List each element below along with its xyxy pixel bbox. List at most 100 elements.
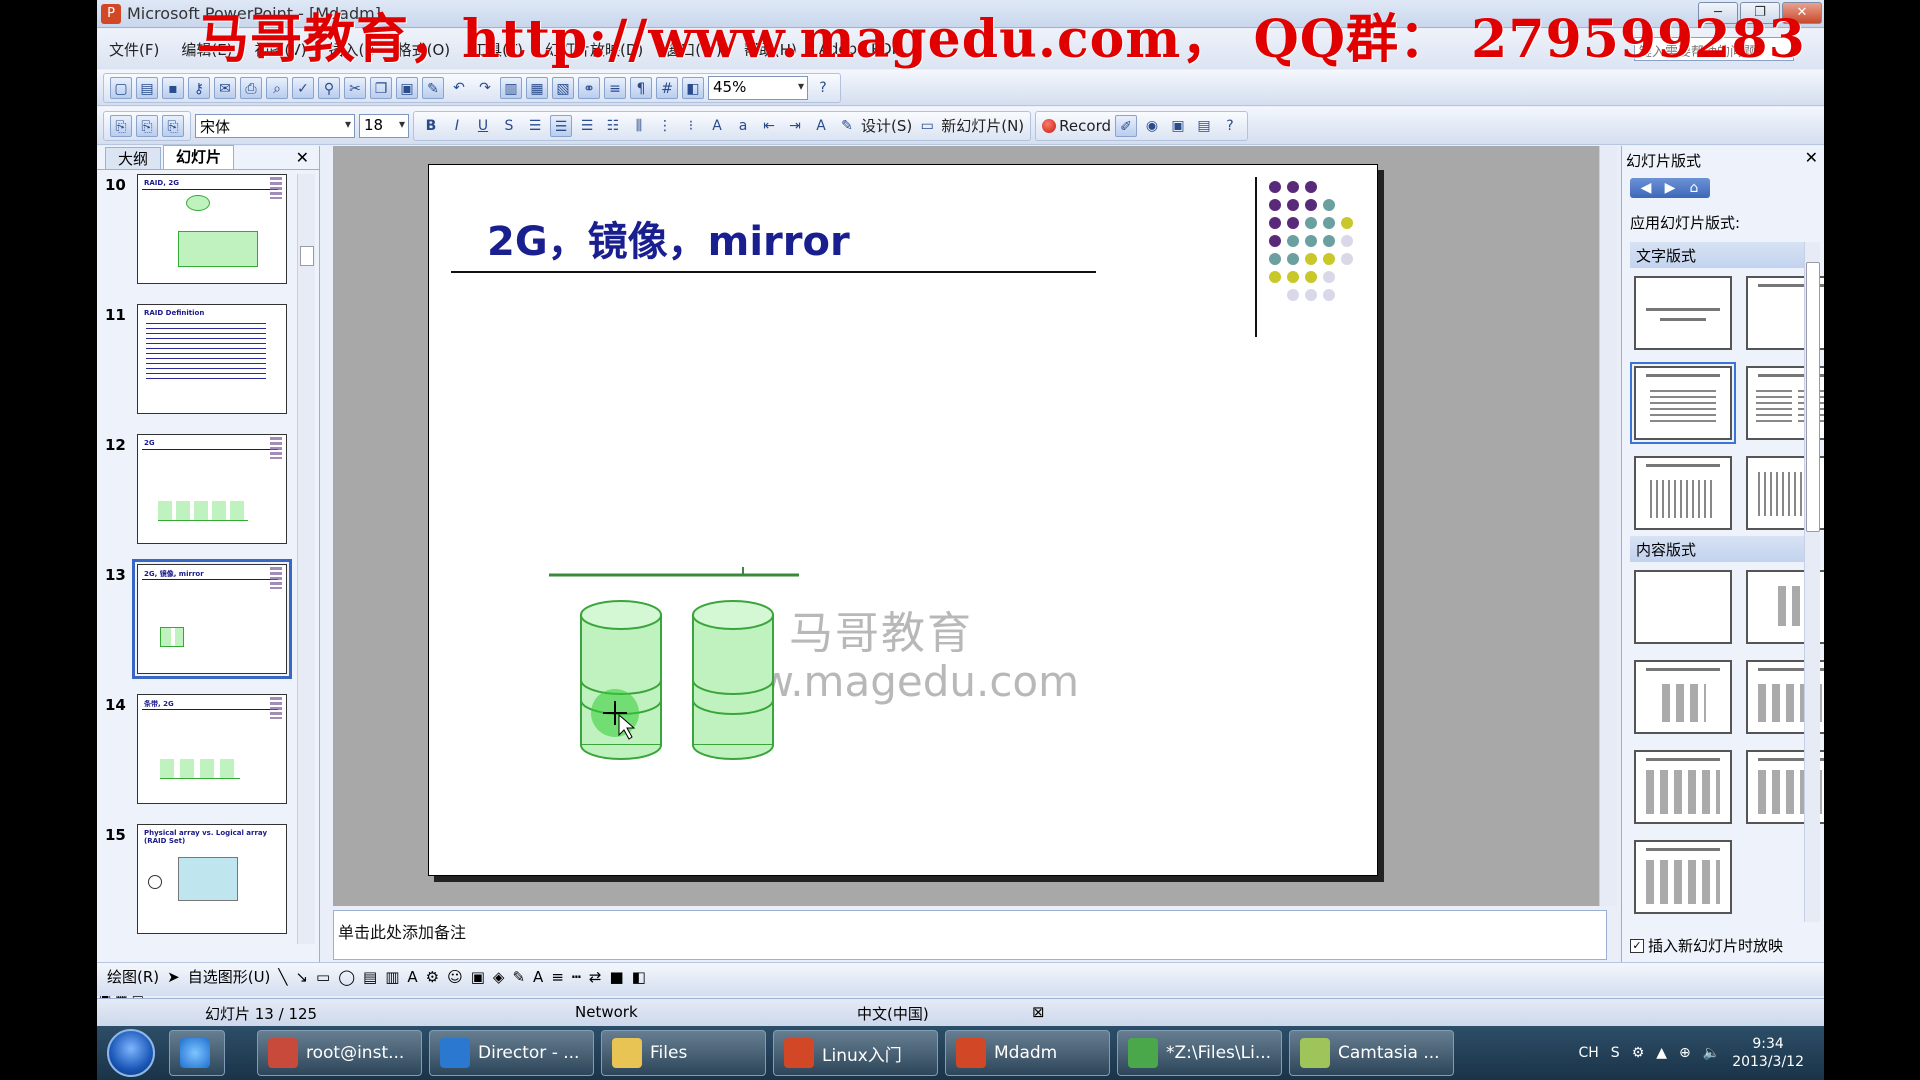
fill-color-icon[interactable]: ◈ bbox=[493, 968, 505, 986]
camtasia-options-icon[interactable]: ▣ bbox=[1167, 115, 1189, 137]
taskbar-linux-intro[interactable]: Linux入门 bbox=[773, 1030, 938, 1076]
bullets-icon[interactable]: ⁝ bbox=[680, 115, 702, 137]
design-button[interactable]: ✎ 设计(S) bbox=[836, 115, 912, 137]
forward-icon[interactable]: ▶ bbox=[1660, 180, 1680, 196]
insert-picture-icon[interactable]: ▣ bbox=[471, 968, 485, 986]
decrease-indent-icon[interactable]: ⇤ bbox=[758, 115, 780, 137]
thumbnail-slide-13[interactable]: 13 2G, 镜像, mirror bbox=[97, 559, 293, 679]
input-language[interactable]: CH bbox=[1578, 1045, 1598, 1061]
clipart-icon[interactable]: ☺ bbox=[447, 968, 463, 986]
checkbox-checked-icon[interactable]: ✓ bbox=[1630, 938, 1644, 953]
thumbnail-slide-15[interactable]: 15 Physical array vs. Logical array (RAI… bbox=[97, 824, 293, 938]
show-on-insert-checkbox[interactable]: ✓ 插入新幻灯片时放映 bbox=[1630, 935, 1783, 956]
bold-button[interactable]: B bbox=[420, 115, 442, 137]
clock[interactable]: 9:34 2013/3/12 bbox=[1732, 1035, 1804, 1071]
autoshapes-menu[interactable]: 自选图形(U) bbox=[188, 966, 271, 987]
thumbnail-slide-12[interactable]: 12 2G bbox=[97, 434, 293, 548]
sogou-ime-icon[interactable]: S bbox=[1611, 1045, 1620, 1061]
font-family-select[interactable]: 宋体 bbox=[195, 113, 355, 138]
draw-menu[interactable]: 绘图(R) bbox=[107, 966, 159, 987]
taskbar-camtasia[interactable]: Camtasia ... bbox=[1289, 1030, 1454, 1076]
increase-font-icon[interactable]: A bbox=[706, 115, 728, 137]
current-slide[interactable]: 2G，镜像，mirror 马哥教育 www.magedu.com bbox=[428, 164, 1378, 876]
powerpoint-app-icon[interactable]: P bbox=[101, 4, 121, 24]
camtasia-help-icon[interactable]: ? bbox=[1219, 115, 1241, 137]
volume-icon[interactable]: 🔈 bbox=[1703, 1045, 1720, 1061]
network-icon[interactable]: ⊕ bbox=[1679, 1045, 1691, 1061]
shadow-button[interactable]: S bbox=[498, 115, 520, 137]
close-icon[interactable]: ✕ bbox=[1805, 148, 1818, 167]
new-slide-button[interactable]: ▭ 新幻灯片(N) bbox=[916, 115, 1025, 137]
open-folder-icon[interactable]: ▤ bbox=[136, 76, 158, 99]
disk-right-icon[interactable] bbox=[692, 600, 774, 760]
pdf-convert-icon[interactable]: ⎘ bbox=[110, 114, 132, 137]
line-tool-icon[interactable]: ╲ bbox=[278, 968, 287, 986]
close-icon[interactable]: ✕ bbox=[296, 148, 309, 167]
line-color-icon[interactable]: ✎ bbox=[512, 968, 525, 986]
camtasia-settings-icon[interactable]: ▤ bbox=[1193, 115, 1215, 137]
layout-title-slide[interactable] bbox=[1634, 276, 1732, 350]
arrow-style-icon[interactable]: ⇄ bbox=[589, 968, 602, 986]
oval-tool-icon[interactable]: ◯ bbox=[338, 968, 355, 986]
thumbnail-slide-10[interactable]: 10 RAID, 2G bbox=[97, 174, 293, 288]
task-pane-scrollbar[interactable] bbox=[1804, 242, 1820, 922]
tab-outline[interactable]: 大纲 bbox=[105, 147, 162, 169]
taskbar-files[interactable]: Files bbox=[601, 1030, 766, 1076]
rectangle-tool-icon[interactable]: ▭ bbox=[316, 968, 330, 986]
tray-expand-icon[interactable]: ▲ bbox=[1656, 1045, 1667, 1061]
numbering-icon[interactable]: ⋮ bbox=[654, 115, 676, 137]
pdf-email-icon[interactable]: ⎘ bbox=[136, 114, 158, 137]
increase-indent-icon[interactable]: ⇥ bbox=[784, 115, 806, 137]
thumbnail-slide-14[interactable]: 14 条带, 2G bbox=[97, 694, 293, 808]
taskbar-mdadm[interactable]: Mdadm bbox=[945, 1030, 1110, 1076]
menu-file[interactable]: 文件(F) bbox=[109, 39, 159, 60]
shadow-style-icon[interactable]: ■ bbox=[610, 968, 624, 986]
underline-button[interactable]: U bbox=[472, 115, 494, 137]
task-pane-title[interactable]: 幻灯片版式 bbox=[1626, 150, 1701, 171]
align-right-icon[interactable]: ☰ bbox=[576, 115, 598, 137]
record-button[interactable]: Record bbox=[1042, 117, 1111, 135]
taskbar-director[interactable]: Director - ... bbox=[429, 1030, 594, 1076]
home-icon[interactable]: ⌂ bbox=[1684, 180, 1704, 196]
layout-blank[interactable] bbox=[1634, 570, 1732, 644]
line-style-icon[interactable]: ≡ bbox=[551, 968, 564, 986]
layout-title-text[interactable] bbox=[1630, 362, 1736, 444]
columns-icon[interactable]: ⫼ bbox=[628, 115, 650, 137]
back-icon[interactable]: ◀ bbox=[1636, 180, 1656, 196]
taskbar-editor[interactable]: *Z:\Files\Li... bbox=[1117, 1030, 1282, 1076]
align-center-icon[interactable]: ☰ bbox=[550, 114, 572, 137]
layout-four-content[interactable] bbox=[1634, 840, 1732, 914]
select-objects-icon[interactable]: ➤ bbox=[167, 968, 180, 986]
layout-title-content-2[interactable] bbox=[1634, 750, 1732, 824]
font-color-icon[interactable]: A bbox=[810, 115, 832, 137]
arrow-tool-icon[interactable]: ↘ bbox=[295, 968, 308, 986]
thumbnail-scrollbar[interactable] bbox=[297, 174, 315, 944]
align-left-icon[interactable]: ☰ bbox=[524, 115, 546, 137]
decrease-font-icon[interactable]: a bbox=[732, 115, 754, 137]
3d-style-icon[interactable]: ◧ bbox=[632, 968, 646, 986]
font-size-select[interactable]: 18 bbox=[359, 113, 409, 138]
start-button[interactable] bbox=[107, 1029, 155, 1077]
pen-icon[interactable]: ✐ bbox=[1115, 114, 1137, 137]
textbox-tool-icon[interactable]: ▤ bbox=[363, 968, 377, 986]
tab-slides[interactable]: 幻灯片 bbox=[163, 145, 235, 169]
ie-taskbar-button[interactable] bbox=[169, 1030, 225, 1076]
slide-title[interactable]: 2G，镜像，mirror bbox=[487, 209, 850, 267]
layout-title-content[interactable] bbox=[1634, 660, 1732, 734]
distribute-icon[interactable]: ☷ bbox=[602, 115, 624, 137]
thumbnail-slide-11[interactable]: 11 RAID Definition bbox=[97, 304, 293, 418]
vertical-textbox-icon[interactable]: ▥ bbox=[385, 968, 399, 986]
dash-style-icon[interactable]: ┅ bbox=[572, 968, 581, 986]
ime-options-icon[interactable]: ⚙ bbox=[1632, 1045, 1645, 1061]
pdf-review-icon[interactable]: ⎘ bbox=[162, 114, 184, 137]
wordart-icon[interactable]: A bbox=[407, 968, 417, 986]
layout-vertical-text[interactable] bbox=[1634, 456, 1732, 530]
diagram-icon[interactable]: ⚙ bbox=[426, 968, 439, 986]
slide-scrollbar[interactable] bbox=[1599, 146, 1617, 906]
notes-pane[interactable]: 单击此处添加备注 bbox=[333, 910, 1607, 960]
italic-button[interactable]: I bbox=[446, 115, 468, 137]
new-document-icon[interactable]: ▢ bbox=[110, 76, 132, 99]
taskbar-terminal[interactable]: root@inst... bbox=[257, 1030, 422, 1076]
webcam-icon[interactable]: ◉ bbox=[1141, 115, 1163, 137]
font-color-draw-icon[interactable]: A bbox=[533, 968, 543, 986]
